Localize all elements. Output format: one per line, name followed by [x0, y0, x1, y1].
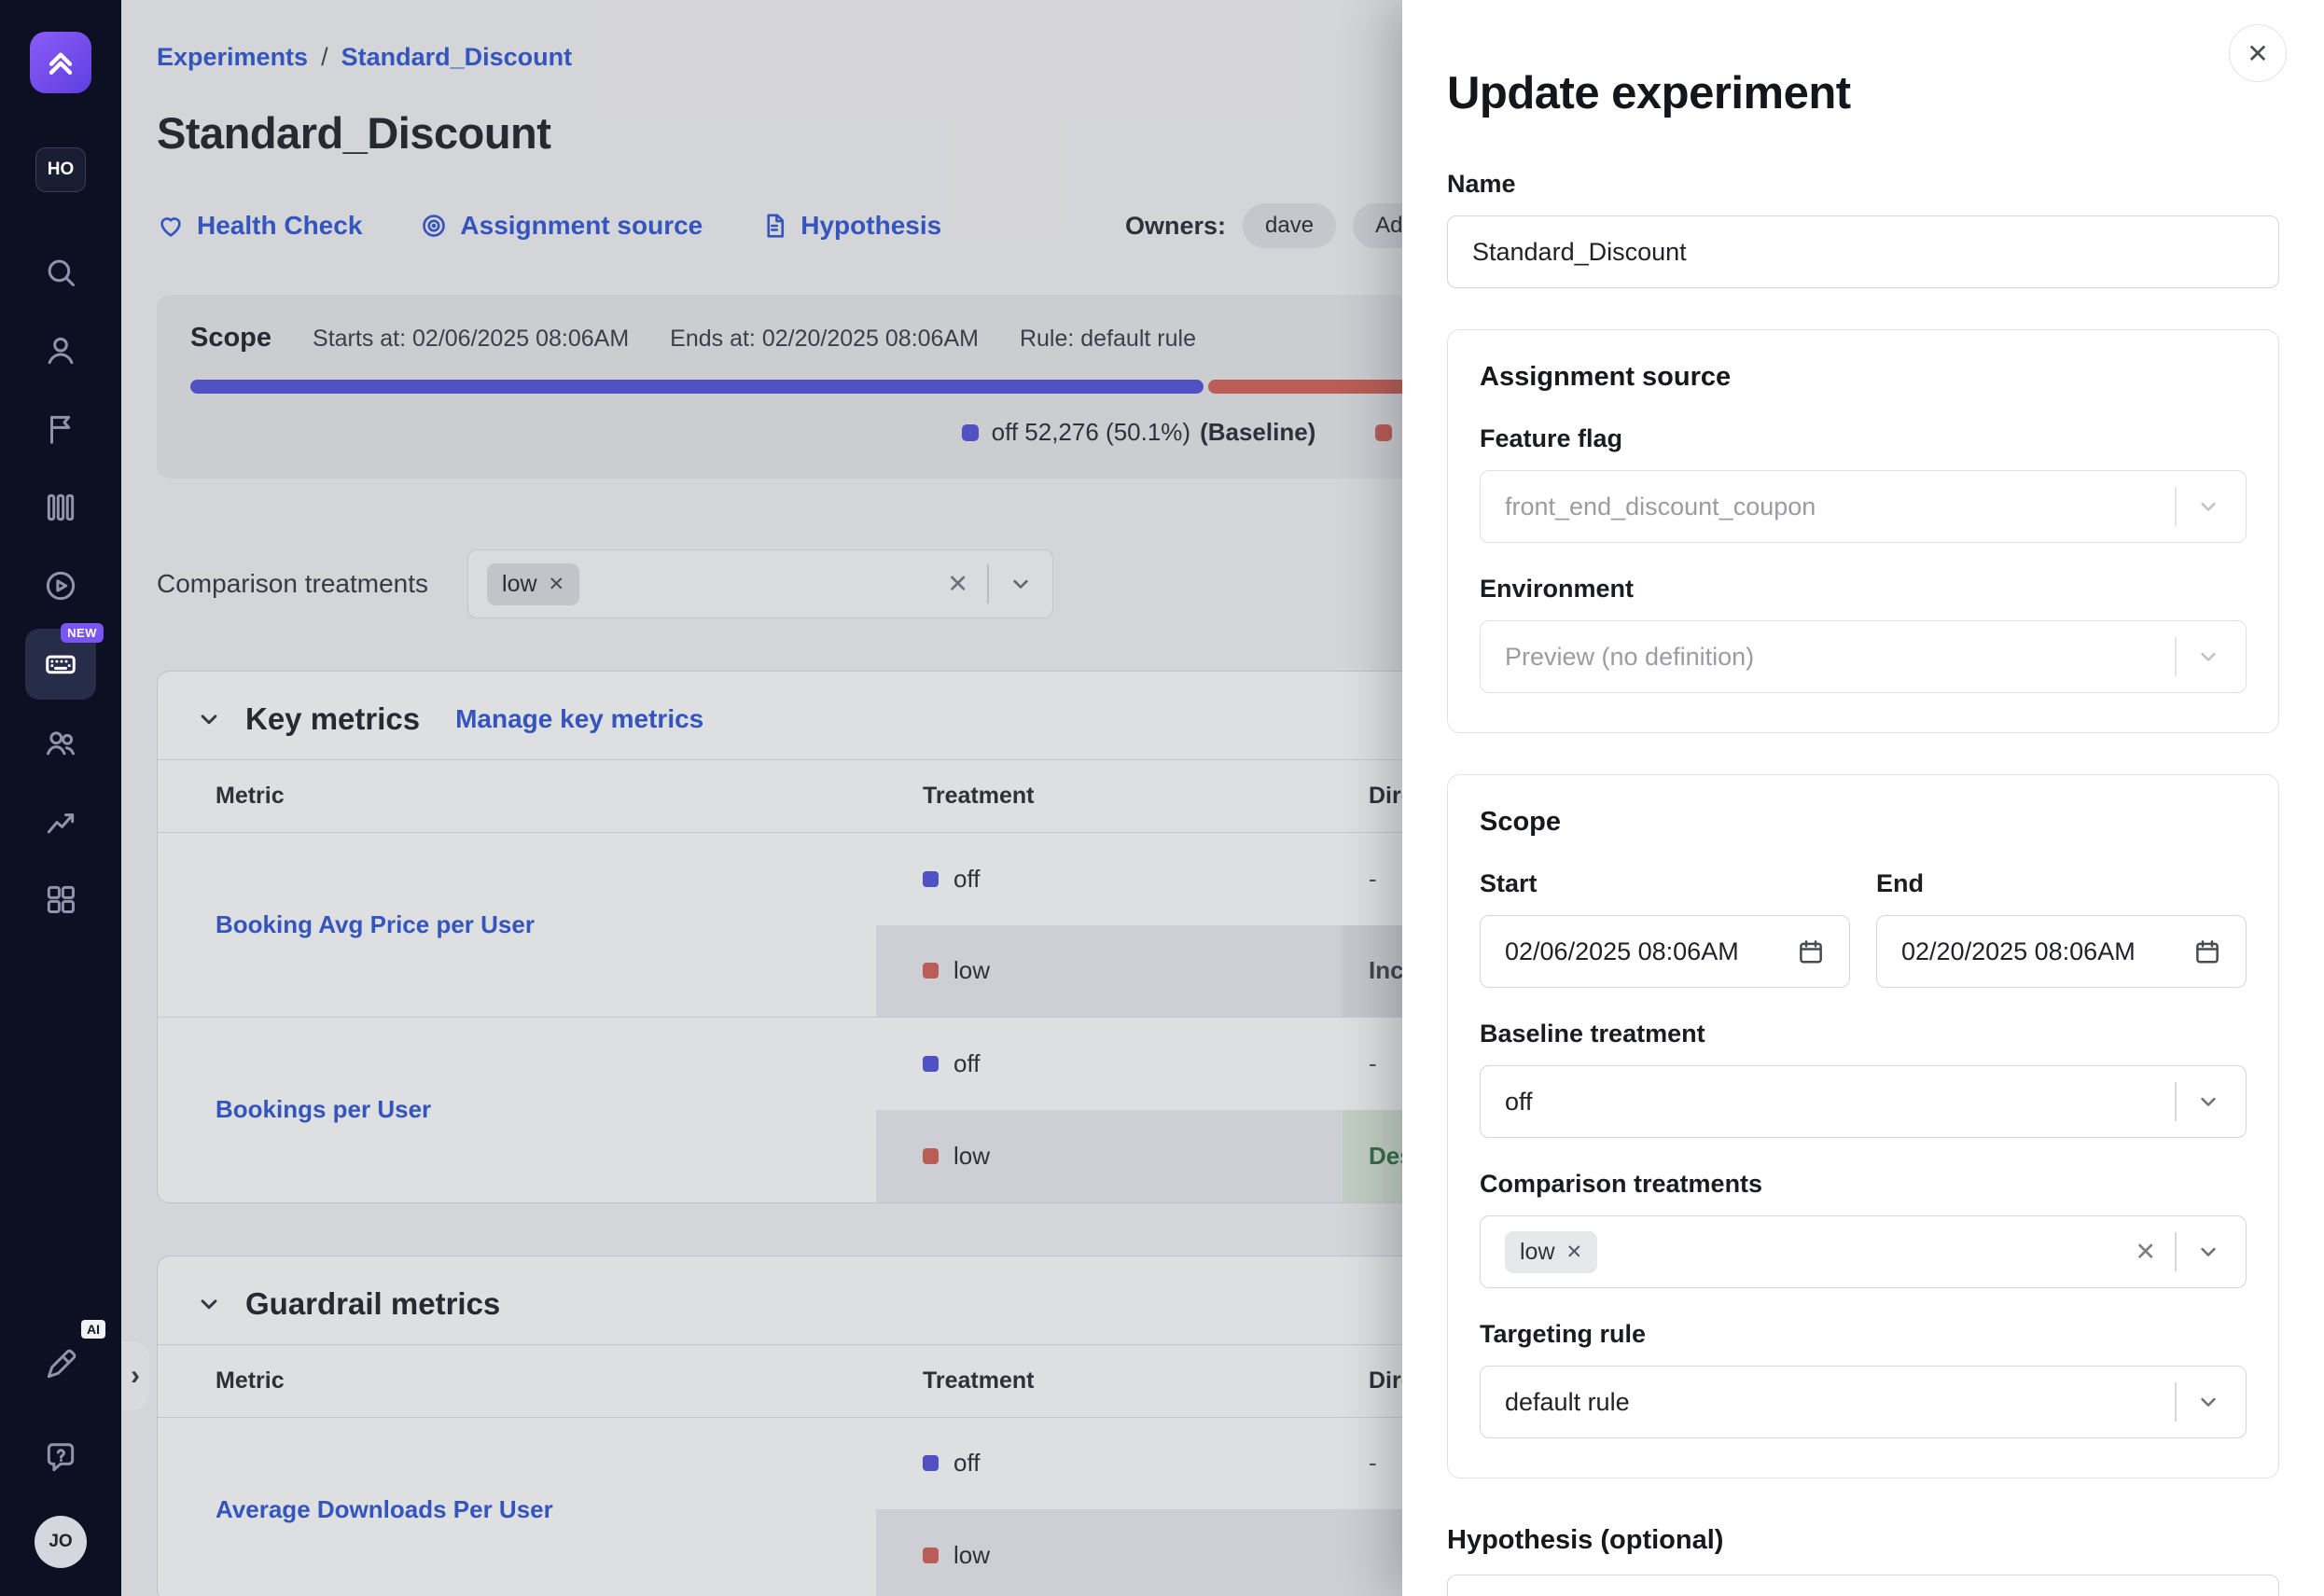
feature-flag-label: Feature flag: [1480, 424, 2247, 453]
sidebar-item-help[interactable]: [25, 1423, 96, 1493]
end-date-input[interactable]: 02/20/2025 08:06AM: [1876, 915, 2247, 988]
environment-value: Preview (no definition): [1505, 643, 2175, 672]
targeting-rule-label: Targeting rule: [1480, 1320, 2247, 1349]
baseline-treatment-value: off: [1505, 1088, 2175, 1117]
chevron-down-icon[interactable]: [2195, 1239, 2221, 1265]
start-date-value: 02/06/2025 08:06AM: [1505, 937, 1797, 966]
sidebar-item-users[interactable]: [25, 315, 96, 386]
people-icon: [43, 725, 78, 760]
comparison-treatments-multiselect[interactable]: low ✕ ✕: [1480, 1215, 2247, 1288]
environment-label: Environment: [1480, 575, 2247, 604]
targeting-rule-select[interactable]: default rule: [1480, 1366, 2247, 1438]
chevron-down-icon[interactable]: [2195, 1089, 2221, 1115]
columns-icon: [43, 490, 78, 525]
sidebar-item-ai-assistant[interactable]: AI: [25, 1329, 96, 1400]
comparison-treatments-label: Comparison treatments: [1480, 1170, 2247, 1199]
assignment-source-title: Assignment source: [1480, 362, 2247, 393]
environment-select[interactable]: Preview (no definition): [1480, 620, 2247, 693]
feature-flag-value: front_end_discount_coupon: [1505, 493, 2175, 521]
start-date-input[interactable]: 02/06/2025 08:06AM: [1480, 915, 1850, 988]
close-button[interactable]: ✕: [2229, 24, 2287, 82]
keyboard-icon: [43, 646, 78, 682]
calendar-icon[interactable]: [2193, 937, 2221, 965]
chevron-down-icon: [2195, 644, 2221, 670]
scope-section-title: Scope: [1480, 807, 2247, 838]
clear-icon[interactable]: ✕: [2135, 1238, 2156, 1267]
sidebar-item-analytics[interactable]: [25, 785, 96, 856]
sidebar-item-columns[interactable]: [25, 472, 96, 543]
chevron-down-icon: [2195, 493, 2221, 520]
select-divider: [2175, 487, 2177, 526]
treatment-chip-low: low ✕: [1505, 1231, 1597, 1273]
update-experiment-panel: ✕ Update experiment Name Assignment sour…: [1402, 0, 2324, 1596]
pencil-icon: [43, 1347, 78, 1382]
statsig-logo-icon[interactable]: [30, 32, 91, 93]
flag-icon: [43, 411, 78, 447]
sidebar-item-metrics[interactable]: NEW: [25, 629, 96, 700]
select-divider: [2175, 1232, 2177, 1271]
grid-icon: [43, 881, 78, 917]
chip-label: low: [1520, 1239, 1555, 1266]
sidebar-item-audiences[interactable]: [25, 707, 96, 778]
close-icon: ✕: [2247, 38, 2268, 69]
baseline-treatment-select[interactable]: off: [1480, 1065, 2247, 1138]
org-badge[interactable]: HO: [35, 147, 86, 192]
name-label: Name: [1447, 170, 2279, 199]
baseline-treatment-label: Baseline treatment: [1480, 1020, 2247, 1048]
calendar-icon[interactable]: [1797, 937, 1825, 965]
sidebar-item-apps[interactable]: [25, 864, 96, 935]
play-circle-icon: [43, 568, 78, 604]
sidebar-nav: NEW: [25, 237, 96, 935]
scope-section: Scope Start 02/06/2025 08:06AM End 02/20…: [1447, 774, 2279, 1478]
select-divider: [2175, 1082, 2177, 1121]
end-label: End: [1876, 869, 2247, 898]
assignment-source-section: Assignment source Feature flag front_end…: [1447, 329, 2279, 733]
search-icon: [43, 255, 78, 290]
chevron-right-icon: ›: [131, 1360, 140, 1392]
sidebar-item-sessions[interactable]: [25, 550, 96, 621]
hypothesis-optional-label: Hypothesis (optional): [1447, 1525, 2279, 1556]
end-date-value: 02/20/2025 08:06AM: [1901, 937, 2193, 966]
sidebar: HO NEW: [0, 0, 121, 1596]
targeting-rule-value: default rule: [1505, 1388, 2175, 1417]
panel-title: Update experiment: [1447, 67, 2279, 119]
remove-icon[interactable]: ✕: [1566, 1241, 1583, 1264]
start-label: Start: [1480, 869, 1850, 898]
sidebar-bottom: AI JO: [25, 1329, 96, 1568]
help-chat-icon: [43, 1440, 78, 1476]
sidebar-item-feature-flags[interactable]: [25, 394, 96, 465]
user-avatar[interactable]: JO: [35, 1516, 87, 1568]
select-divider: [2175, 637, 2177, 676]
select-divider: [2175, 1382, 2177, 1422]
sidebar-item-search[interactable]: [25, 237, 96, 308]
ai-badge: AI: [81, 1320, 105, 1339]
sidebar-expand-handle[interactable]: ›: [121, 1341, 149, 1410]
feature-flag-select[interactable]: front_end_discount_coupon: [1480, 470, 2247, 543]
user-icon: [43, 333, 78, 368]
line-chart-icon: [43, 803, 78, 839]
hypothesis-input[interactable]: [1447, 1575, 2279, 1596]
experiment-name-input[interactable]: [1447, 215, 2279, 288]
chevron-down-icon[interactable]: [2195, 1389, 2221, 1415]
new-badge: NEW: [61, 623, 104, 643]
